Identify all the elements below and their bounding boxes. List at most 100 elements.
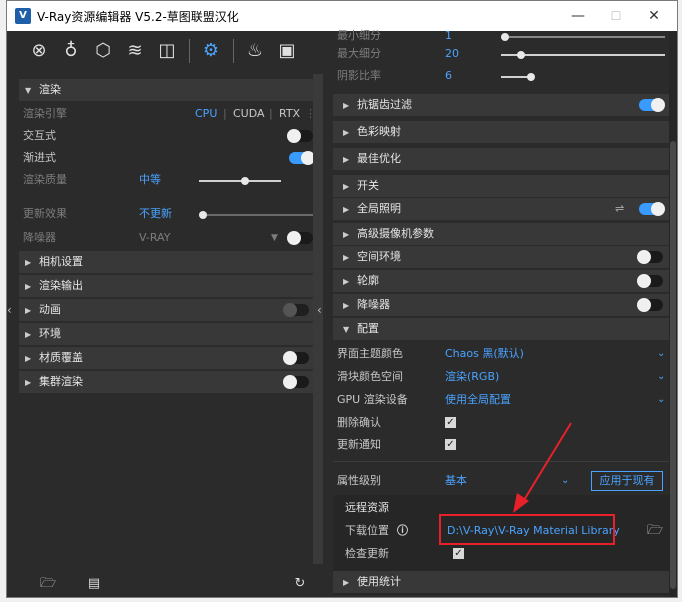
section-volumetric-environment[interactable]: ▶ 空间环境 <box>333 246 669 268</box>
engine-cpu-button[interactable]: CPU <box>195 103 217 125</box>
browse-folder-icon[interactable]: 🗁 <box>647 520 663 542</box>
lights-icon[interactable]: ♁ <box>59 39 83 63</box>
highlight-arrow-icon <box>513 422 572 513</box>
check-updates-checkbox[interactable]: ✓ <box>453 548 464 559</box>
section-label: 色彩映射 <box>357 125 401 138</box>
reset-icon[interactable]: ↻ <box>291 575 309 593</box>
chevron-right-icon: ▶ <box>343 182 350 191</box>
open-folder-icon[interactable]: 🗁 <box>39 575 57 593</box>
engine-cuda-button[interactable]: CUDA <box>233 103 265 125</box>
engine-divider: | <box>269 107 273 120</box>
row-slider-color-space: 滑块颜色空间 渲染(RGB) ⌄ <box>333 366 669 388</box>
section-label: 动画 <box>39 303 61 316</box>
chevron-left-icon[interactable]: ‹ <box>7 303 12 317</box>
max-subdivs-slider[interactable] <box>501 51 665 59</box>
maximize-button[interactable]: ☐ <box>601 5 631 27</box>
shadow-rate-value[interactable]: 6 <box>445 65 452 87</box>
section-animation[interactable]: ▶ 动画 <box>19 299 313 321</box>
label-slider-color-space: 滑块颜色空间 <box>337 370 403 383</box>
interactive-toggle[interactable] <box>287 129 313 143</box>
render-quality-slider[interactable] <box>199 177 281 185</box>
update-notify-checkbox[interactable]: ✓ <box>445 439 456 450</box>
chevron-right-icon: ▶ <box>25 330 32 339</box>
section-advanced-camera[interactable]: ▶ 高级摄像机参数 <box>333 223 669 245</box>
teapot-icon[interactable]: ♨ <box>243 39 267 63</box>
label-update-effects: 更新效果 <box>23 207 67 220</box>
frame-buffer-icon[interactable]: ▣ <box>275 39 299 63</box>
right-denoiser-toggle[interactable] <box>637 298 663 312</box>
materials-icon[interactable]: ⊗ <box>27 39 51 63</box>
minimize-button[interactable]: — <box>563 5 593 27</box>
chevron-right-icon: ▶ <box>25 378 32 387</box>
material-override-toggle[interactable] <box>283 351 309 365</box>
update-effects-value[interactable]: 不更新 <box>139 203 172 225</box>
chevron-down-icon[interactable]: ▼ <box>271 227 278 249</box>
chevron-right-icon: ▶ <box>25 282 32 291</box>
volumetric-toggle[interactable] <box>637 250 663 264</box>
section-antialiasing-filter[interactable]: ▶ 抗锯齿过滤 <box>333 94 669 116</box>
row-render-engine: 渲染引擎 CPU | CUDA | RTX ⋮ <box>19 103 316 125</box>
chevron-right-icon: ▶ <box>25 258 32 267</box>
section-color-mapping[interactable]: ▶ 色彩映射 <box>333 121 669 143</box>
layers-icon[interactable]: ≋ <box>123 39 147 63</box>
progressive-toggle[interactable] <box>289 151 315 165</box>
label-render-engine: 渲染引擎 <box>23 107 67 120</box>
right-panel: 最小细分 1 最大细分 20 阴影比率 6 ▶ 抗锯齿过滤 ▶ 色彩映射 ▶ 最佳优化… <box>329 29 669 597</box>
section-material-override[interactable]: ▶ 材质覆盖 <box>19 347 313 369</box>
shadow-rate-slider[interactable] <box>501 73 535 81</box>
textures-icon[interactable]: ◫ <box>155 39 179 63</box>
denoiser-value[interactable]: V-RAY <box>139 227 170 249</box>
section-contours[interactable]: ▶ 轮廓 <box>333 270 669 292</box>
section-camera[interactable]: ▶ 相机设置 <box>19 251 313 273</box>
animation-toggle[interactable] <box>283 303 309 317</box>
settings-icon[interactable]: ⚙ <box>199 39 223 63</box>
geometry-icon[interactable]: ⬡ <box>91 39 115 63</box>
settings-sliders-icon[interactable]: ⇌ <box>615 198 624 220</box>
delete-confirm-checkbox[interactable]: ✓ <box>445 417 456 428</box>
chevron-left-icon[interactable]: ‹ <box>317 303 322 317</box>
antialiasing-toggle[interactable] <box>639 98 665 112</box>
close-button[interactable]: ✕ <box>639 5 669 27</box>
global-illumination-toggle[interactable] <box>639 202 665 216</box>
apply-to-existing-button[interactable]: 应用于现有 <box>591 471 663 491</box>
label-check-updates: 检查更新 <box>345 547 389 560</box>
engine-rtx-button[interactable]: RTX <box>279 103 300 125</box>
section-label: 高级摄像机参数 <box>357 227 434 240</box>
section-label: 全局照明 <box>357 202 401 215</box>
label-interactive: 交互式 <box>23 129 56 142</box>
swarm-toggle[interactable] <box>283 375 309 389</box>
gpu-device-dropdown[interactable]: 使用全局配置 <box>445 389 511 411</box>
highlight-box <box>439 514 615 545</box>
slider-color-space-dropdown[interactable]: 渲染(RGB) <box>445 366 499 388</box>
section-swarm[interactable]: ▶ 集群渲染 <box>19 371 313 393</box>
section-usage-stats[interactable]: ▶ 使用统计 <box>333 571 669 593</box>
max-subdivs-value[interactable]: 20 <box>445 43 459 65</box>
section-switches[interactable]: ▶ 开关 <box>333 175 669 197</box>
section-environment[interactable]: ▶ 环境 <box>19 323 313 345</box>
save-icon[interactable]: ▤ <box>85 575 103 593</box>
right-scrollbar[interactable] <box>669 31 677 597</box>
section-optimization[interactable]: ▶ 最佳优化 <box>333 148 669 170</box>
min-subdivs-slider[interactable] <box>501 33 665 41</box>
info-icon[interactable]: ⓘ <box>397 520 408 542</box>
chevron-right-icon: ▶ <box>343 230 350 239</box>
section-global-illumination[interactable]: ▶ 全局照明 ⇌ <box>333 198 669 220</box>
section-render[interactable]: ▼ 渲染 <box>19 79 313 101</box>
chevron-down-icon[interactable]: ⌄ <box>657 389 665 411</box>
attribute-level-dropdown[interactable]: 基本 <box>445 470 467 492</box>
chevron-right-icon: ▶ <box>343 277 350 286</box>
chevron-down-icon[interactable]: ⌄ <box>657 366 665 388</box>
section-label: 配置 <box>357 322 379 335</box>
section-configuration[interactable]: ▼ 配置 <box>333 318 669 340</box>
update-effects-slider[interactable] <box>199 211 315 219</box>
chevron-down-icon[interactable]: ⌄ <box>657 343 665 365</box>
denoiser-toggle[interactable] <box>287 231 313 245</box>
contours-toggle[interactable] <box>637 274 663 288</box>
section-render-output[interactable]: ▶ 渲染输出 <box>19 275 313 297</box>
scrollbar-thumb[interactable] <box>670 141 676 589</box>
section-denoiser[interactable]: ▶ 降噪器 <box>333 294 669 316</box>
render-quality-value[interactable]: 中等 <box>139 169 161 191</box>
left-scrollbar[interactable] <box>313 74 323 564</box>
label-download-location: 下载位置 <box>345 524 389 537</box>
theme-color-dropdown[interactable]: Chaos 黑(默认) <box>445 343 524 365</box>
